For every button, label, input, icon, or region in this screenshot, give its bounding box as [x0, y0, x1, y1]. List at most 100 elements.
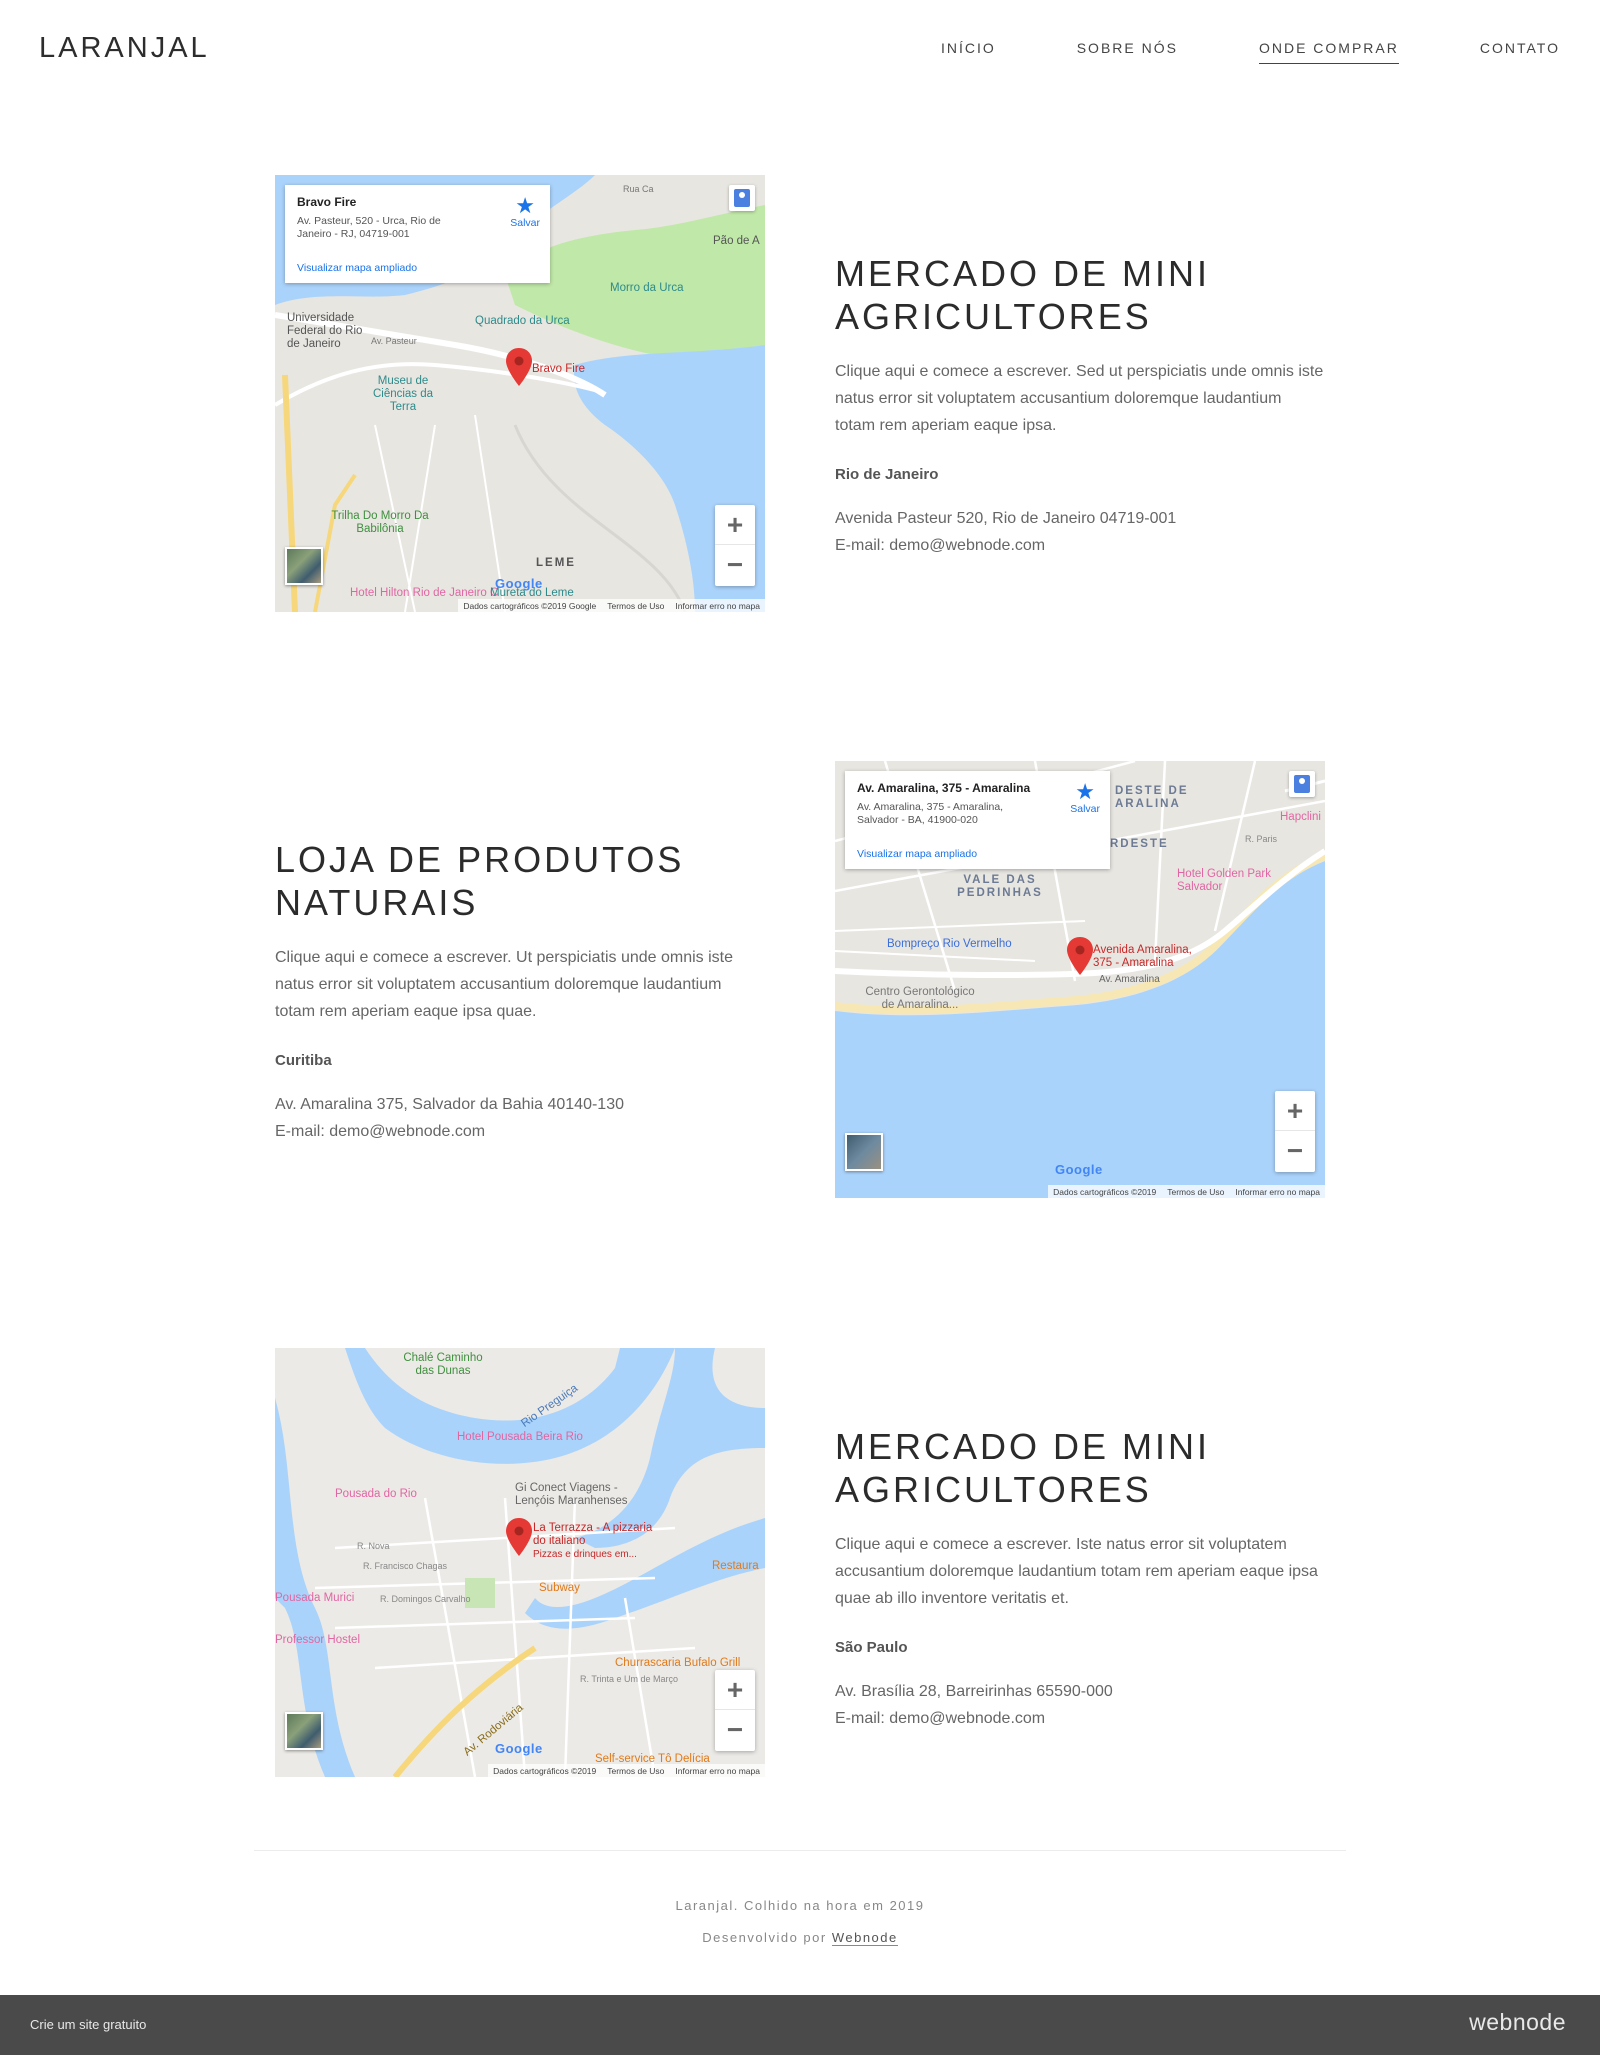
- promo-bar: Crie um site gratuito webnode: [0, 1995, 1600, 2055]
- info-title: Bravo Fire: [297, 195, 357, 209]
- map-label: Subway: [539, 1582, 580, 1594]
- map-label: Av. Amaralina: [1099, 974, 1160, 985]
- terms-link[interactable]: Termos de Uso: [607, 1766, 664, 1776]
- store-address: Av. Amaralina 375, Salvador da Bahia 401…: [275, 1096, 624, 1113]
- map-data-credit: Dados cartográficos ©2019: [1053, 1186, 1157, 1197]
- map-label: R. Paris: [1245, 834, 1278, 844]
- store-address: Av. Brasília 28, Barreirinhas 65590-000: [835, 1683, 1113, 1700]
- map-label: Trilha Do Morro Da Babilônia: [331, 510, 429, 535]
- footer-credit: Desenvolvido por Webnode: [0, 1930, 1600, 1946]
- map-pin-icon[interactable]: [506, 348, 532, 386]
- star-icon: ★: [1075, 779, 1095, 804]
- zoom-out-button[interactable]: −: [1275, 1131, 1315, 1171]
- store-map-3[interactable]: Chalé Caminho das Dunas Hotel Pousada Be…: [275, 1348, 765, 1777]
- main-nav: INÍCIO SOBRE NÓS ONDE COMPRAR CONTATO: [860, 40, 1560, 64]
- store-heading: LOJA DE PRODUTOS NATURAIS: [275, 839, 685, 923]
- map-label: R. Domingos Carvalho: [380, 1594, 471, 1604]
- map-info-window: Bravo Fire Av. Pasteur, 520 - Urca, Rio …: [285, 185, 550, 283]
- store-address: Avenida Pasteur 520, Rio de Janeiro 0471…: [835, 510, 1177, 527]
- store-heading: MERCADO DE MINI AGRICULTORES: [835, 1426, 1211, 1510]
- map-pin-sublabel: Pizzas e drinques em...: [533, 1549, 637, 1560]
- zoom-in-button[interactable]: +: [1275, 1091, 1315, 1131]
- map-label: Av. Pasteur: [371, 336, 417, 346]
- footer-copyright: Laranjal. Colhido na hora em 2019: [675, 1898, 925, 1913]
- report-error-link[interactable]: Informar erro no mapa: [675, 601, 760, 611]
- map-pin-label: La Terrazza - A pizzaria do italiano: [533, 1522, 653, 1547]
- info-address: Av. Pasteur, 520 - Urca, Rio de Janeiro …: [297, 215, 441, 240]
- map-label: Churrascaria Bufalo Grill: [615, 1657, 741, 1669]
- street-view-icon[interactable]: [729, 185, 755, 211]
- terms-link[interactable]: Termos de Uso: [1167, 1187, 1224, 1197]
- satellite-toggle-button[interactable]: [285, 547, 323, 585]
- report-error-link[interactable]: Informar erro no mapa: [675, 1766, 760, 1776]
- satellite-toggle-button[interactable]: [845, 1133, 883, 1171]
- store-email[interactable]: E-mail: demo@webnode.com: [275, 1118, 765, 1145]
- save-button[interactable]: ★ Salvar: [1070, 779, 1100, 816]
- map-label: Gi Conect Viagens - Lençóis Maranhenses: [515, 1482, 628, 1507]
- star-icon: ★: [515, 193, 535, 218]
- store-map-1[interactable]: Morro da Urca Quadrado da Urca Universid…: [275, 175, 765, 612]
- store-address-block: Av. Brasília 28, Barreirinhas 65590-000 …: [835, 1678, 1325, 1732]
- nav-item-contato[interactable]: CONTATO: [1480, 40, 1560, 64]
- satellite-toggle-button[interactable]: [285, 1712, 323, 1750]
- save-label: Salvar: [510, 217, 540, 229]
- nav-item-inicio[interactable]: INÍCIO: [941, 40, 996, 64]
- store-description: Clique aqui e comece a escrever. Iste na…: [835, 1536, 1318, 1607]
- zoom-out-button[interactable]: −: [715, 545, 755, 585]
- store-address-block: Avenida Pasteur 520, Rio de Janeiro 0471…: [835, 505, 1325, 559]
- map-label: Hotel Golden Park Salvador: [1177, 868, 1271, 893]
- store-email[interactable]: E-mail: demo@webnode.com: [835, 532, 1325, 559]
- store-section-3: Chalé Caminho das Dunas Hotel Pousada Be…: [275, 1348, 1325, 1777]
- zoom-control: + −: [1275, 1091, 1315, 1172]
- webnode-link[interactable]: Webnode: [831, 1930, 898, 1946]
- map-label: Rua Ca: [623, 184, 654, 194]
- map-label: LEME: [536, 557, 576, 569]
- zoom-out-button[interactable]: −: [715, 1710, 755, 1750]
- store-city: São Paulo: [835, 1639, 908, 1656]
- map-attribution: Dados cartográficos ©2019 Termos de Uso …: [488, 1764, 765, 1777]
- map-label: Museu de Ciências da Terra: [372, 375, 434, 413]
- map-attribution: Dados cartográficos ©2019 Termos de Uso …: [1048, 1185, 1325, 1198]
- footer-divider: [254, 1850, 1346, 1851]
- map-pin-icon[interactable]: [1067, 937, 1093, 975]
- map-label: Bompreço Rio Vermelho: [887, 938, 1012, 950]
- map-pin-label: Avenida Amaralina, 375 - Amaralina: [1093, 944, 1192, 969]
- map-info-window: Av. Amaralina, 375 - Amaralina Av. Amara…: [845, 771, 1110, 869]
- store-address-block: Av. Amaralina 375, Salvador da Bahia 401…: [275, 1091, 765, 1145]
- store-map-2[interactable]: DESTE DE ARALINA RDESTE VALE DAS PEDRINH…: [835, 761, 1325, 1198]
- store-heading: MERCADO DE MINI AGRICULTORES: [835, 253, 1211, 337]
- map-attribution: Dados cartográficos ©2019 Google Termos …: [458, 599, 765, 612]
- nav-item-onde-comprar[interactable]: ONDE COMPRAR: [1258, 40, 1399, 64]
- view-larger-map-link[interactable]: Visualizar mapa ampliado: [297, 262, 417, 274]
- store-info-1: MERCADO DE MINI AGRICULTORES Clique aqui…: [835, 252, 1325, 559]
- map-label: R. Francisco Chagas: [363, 1561, 448, 1571]
- map-label: R. Nova: [357, 1541, 390, 1551]
- store-description: Clique aqui e comece a escrever. Sed ut …: [835, 363, 1324, 434]
- store-email[interactable]: E-mail: demo@webnode.com: [835, 1705, 1325, 1732]
- street-view-icon[interactable]: [1289, 771, 1315, 797]
- map-label: Quadrado da Urca: [475, 315, 570, 327]
- create-site-link[interactable]: Crie um site gratuito: [30, 2017, 146, 2032]
- webnode-logo[interactable]: webnode: [1469, 2009, 1566, 2036]
- terms-link[interactable]: Termos de Uso: [607, 601, 664, 611]
- save-button[interactable]: ★ Salvar: [510, 193, 540, 230]
- view-larger-map-link[interactable]: Visualizar mapa ampliado: [857, 848, 977, 860]
- store-info-2: LOJA DE PRODUTOS NATURAIS Clique aqui e …: [275, 838, 765, 1145]
- store-section-2: LOJA DE PRODUTOS NATURAIS Clique aqui e …: [275, 761, 1325, 1198]
- nav-item-sobre-nos[interactable]: SOBRE NÓS: [1077, 40, 1178, 64]
- store-info-3: MERCADO DE MINI AGRICULTORES Clique aqui…: [835, 1425, 1325, 1732]
- map-label: Pousada do Rio: [335, 1488, 417, 1500]
- map-label: Hapclini: [1280, 811, 1321, 823]
- map-label: Professor Hostel: [275, 1634, 361, 1646]
- store-section-1: Morro da Urca Quadrado da Urca Universid…: [275, 175, 1325, 612]
- map-pin-icon[interactable]: [506, 1518, 532, 1556]
- zoom-in-button[interactable]: +: [715, 1670, 755, 1710]
- google-logo: Google: [495, 1741, 543, 1756]
- site-logo[interactable]: LARANJAL: [39, 32, 210, 65]
- report-error-link[interactable]: Informar erro no mapa: [1235, 1187, 1320, 1197]
- map-data-credit: Dados cartográficos ©2019: [493, 1765, 597, 1776]
- google-logo: Google: [1055, 1162, 1103, 1177]
- zoom-in-button[interactable]: +: [715, 505, 755, 545]
- map-label: Centro Gerontológico de Amaralina...: [865, 986, 975, 1011]
- map-label: Morro da Urca: [610, 282, 684, 294]
